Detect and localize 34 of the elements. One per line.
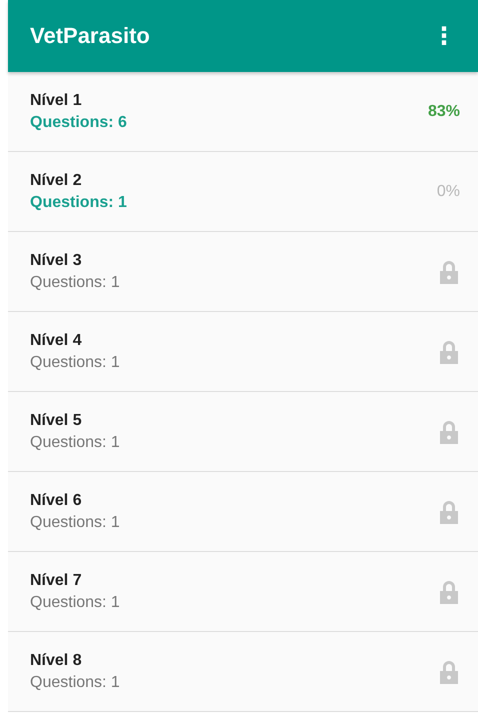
progress-percent: 0%: [436, 182, 460, 200]
question-count: Questions: 1: [30, 354, 120, 372]
lock-icon: [438, 260, 460, 284]
question-count: Questions: 1: [30, 594, 120, 612]
question-count: Questions: 1: [30, 274, 120, 292]
level-item[interactable]: Nível 1 Questions: 6 83%: [8, 72, 478, 152]
level-name: Nível 1: [30, 92, 83, 110]
level-item[interactable]: Nível 6 Questions: 1: [8, 472, 478, 552]
level-name: Nível 4: [30, 332, 83, 350]
level-name: Nível 5: [30, 412, 83, 430]
app-title: VetParasito: [30, 23, 150, 49]
level-item[interactable]: Nível 2 Questions: 1 0%: [8, 152, 478, 232]
level-item[interactable]: Nível 7 Questions: 1: [8, 552, 478, 632]
lock-icon: [438, 420, 460, 444]
lock-icon: [438, 580, 460, 604]
lock-icon: [438, 500, 460, 524]
level-name: Nível 8: [30, 652, 83, 670]
question-count: Questions: 6: [30, 114, 127, 132]
level-name: Nível 7: [30, 572, 83, 590]
menu-button[interactable]: ⋮: [428, 22, 460, 50]
question-count: Questions: 1: [30, 514, 120, 532]
question-count: Questions: 1: [30, 674, 120, 692]
level-name: Nível 6: [30, 492, 83, 510]
level-item[interactable]: Nível 8 Questions: 1: [8, 632, 478, 712]
progress-percent: 83%: [428, 102, 460, 120]
level-item[interactable]: Nível 5 Questions: 1: [8, 392, 478, 472]
level-name: Nível 3: [30, 252, 83, 270]
question-count: Questions: 1: [30, 434, 120, 452]
lock-icon: [438, 660, 460, 684]
lock-icon: [438, 340, 460, 364]
level-item[interactable]: Nível 4 Questions: 1: [8, 312, 478, 392]
level-item[interactable]: Nível 3 Questions: 1: [8, 232, 478, 312]
question-count: Questions: 1: [30, 194, 127, 212]
level-name: Nível 2: [30, 172, 83, 190]
